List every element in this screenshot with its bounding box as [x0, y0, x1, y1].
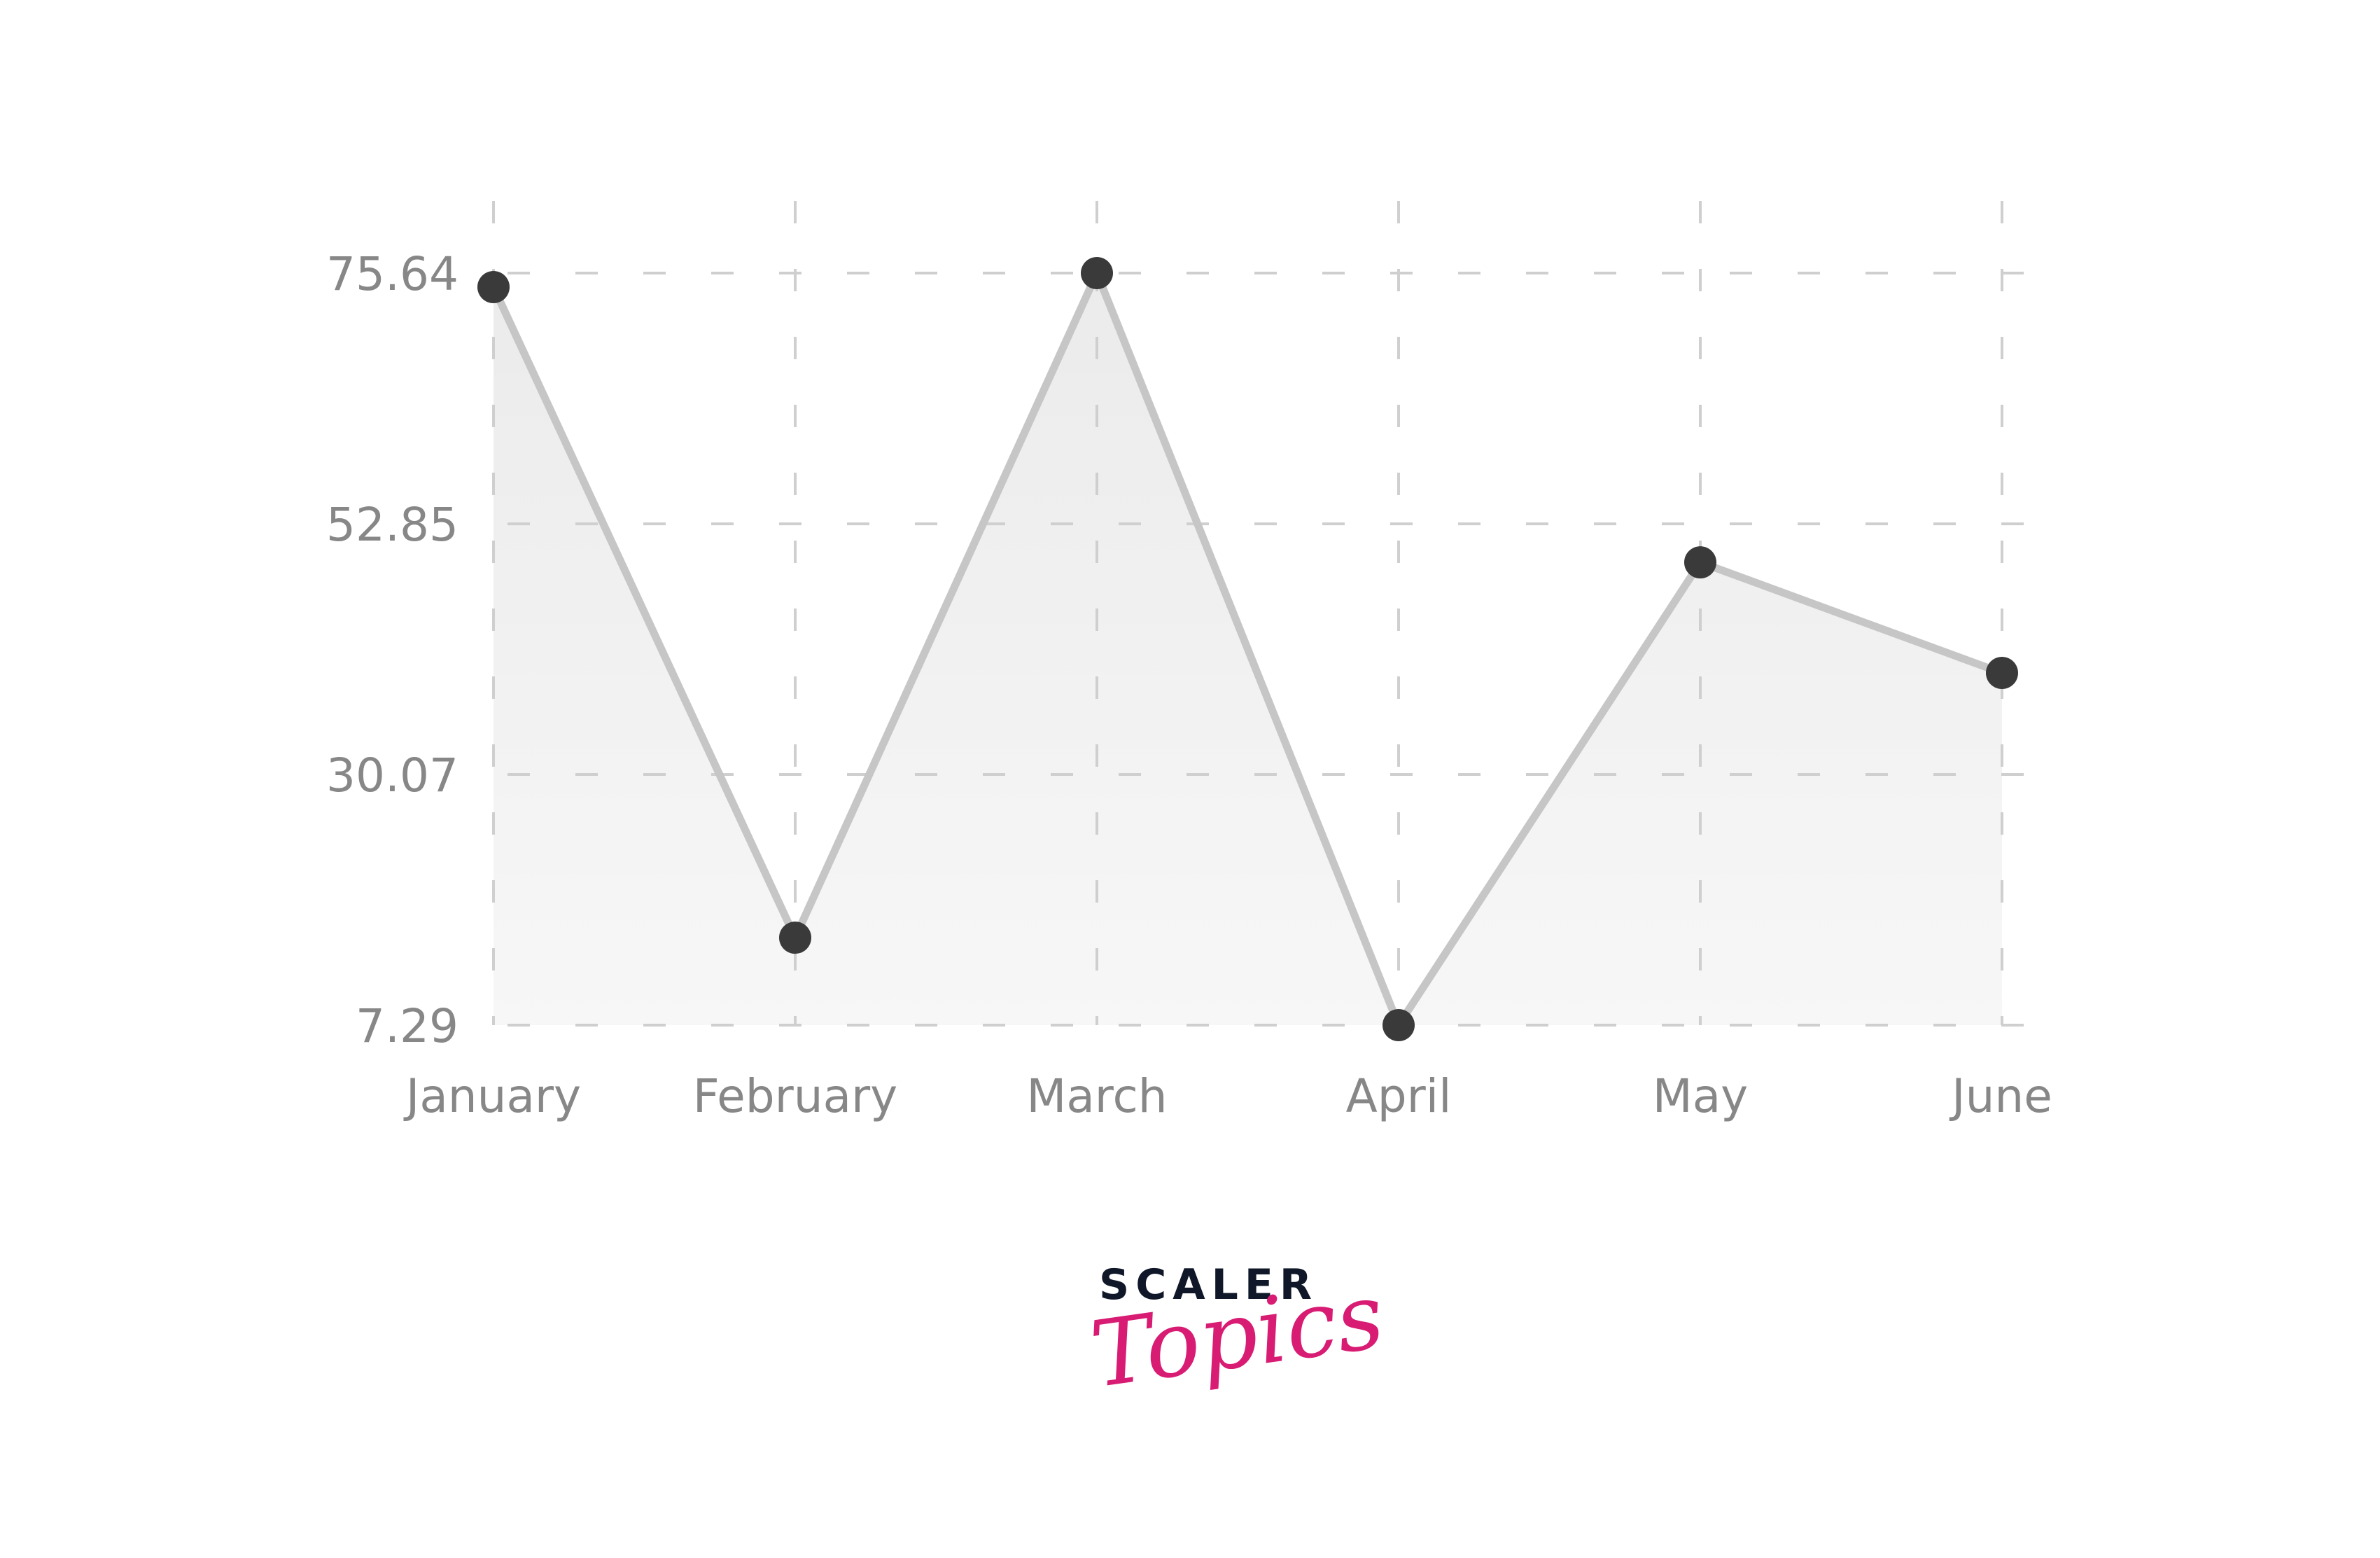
data-point-may: [1684, 546, 1716, 579]
y-axis: 7.29 30.07 52.85 75.64: [326, 247, 458, 1053]
scaler-topics-logo: SCALER Topics: [1084, 1253, 1390, 1435]
x-tick-label: March: [1026, 1069, 1167, 1123]
y-tick-label: 52.85: [326, 498, 458, 552]
x-axis: January February March April May June: [403, 1069, 2052, 1123]
x-tick-label: February: [693, 1069, 897, 1123]
x-tick-label: April: [1346, 1069, 1452, 1123]
data-point-february: [779, 921, 811, 954]
y-tick-label: 30.07: [326, 749, 458, 802]
data-point-march: [1081, 257, 1113, 289]
y-tick-label: 75.64: [326, 247, 458, 301]
x-tick-label: June: [1949, 1069, 2052, 1123]
y-tick-label: 7.29: [356, 999, 458, 1053]
x-tick-label: January: [403, 1069, 581, 1123]
data-point-january: [477, 270, 510, 303]
data-point-june: [1986, 657, 2018, 690]
x-tick-label: May: [1653, 1069, 1748, 1123]
data-point-april: [1382, 1009, 1415, 1041]
